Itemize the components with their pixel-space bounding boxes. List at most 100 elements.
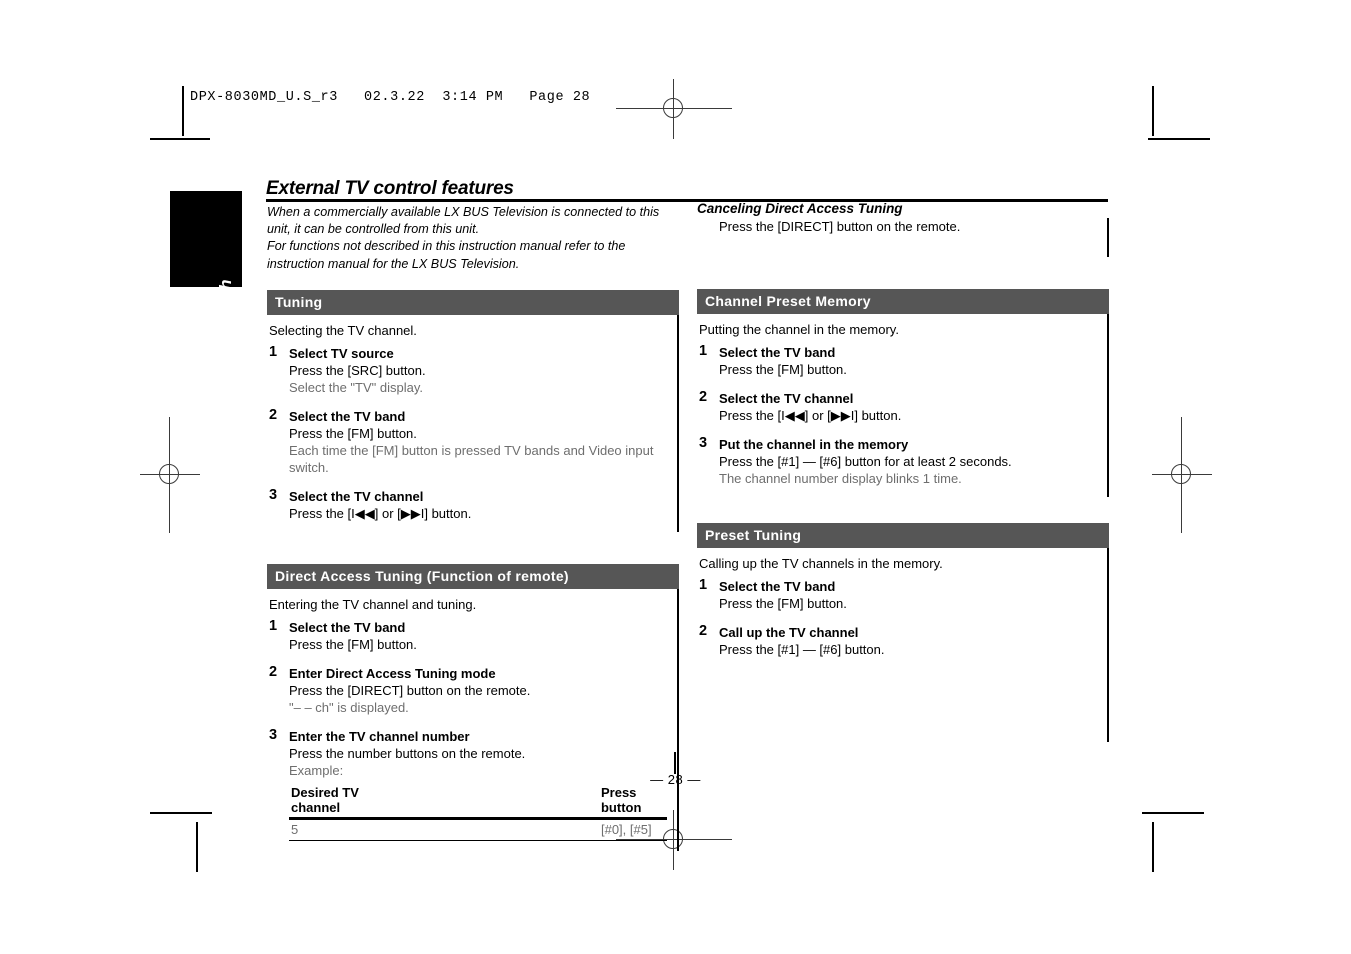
step-number: 3 <box>269 487 278 503</box>
section-tuning-steps: 1 Select TV source Press the [SRC] butto… <box>267 344 677 522</box>
page-title: External TV control features <box>266 178 514 199</box>
subsection-canceling-direct-access-tuning: Canceling Direct Access Tuning Press the… <box>697 200 1109 257</box>
step-item: 1 Select the TV band Press the [FM] butt… <box>697 577 1107 612</box>
step-line-primary: Press the [SRC] button. <box>289 363 426 378</box>
crop-mark-bottom-right-vertical <box>1152 822 1154 872</box>
step-heading: Enter Direct Access Tuning mode <box>289 666 496 681</box>
step-heading: Select the TV band <box>719 579 836 594</box>
page-number: — 28 — <box>650 772 701 787</box>
section-channel-preset-memory-steps: 1 Select the TV band Press the [FM] butt… <box>697 343 1107 487</box>
step-number: 2 <box>269 664 278 680</box>
step-number: 2 <box>699 623 708 639</box>
step-line-secondary: The channel number display blinks 1 time… <box>719 471 962 486</box>
registration-mark-circle <box>159 464 179 484</box>
step-number: 1 <box>269 344 278 360</box>
step-line-primary: Press the [DIRECT] button on the remote. <box>289 683 531 698</box>
crop-mark-bottom-left-horizontal <box>150 812 212 814</box>
section-channel-preset-memory: Channel Preset Memory Putting the channe… <box>697 289 1109 497</box>
section-preset-tuning: Preset Tuning Calling up the TV channels… <box>697 523 1109 742</box>
step-heading: Call up the TV channel <box>719 625 859 640</box>
crop-mark-bottom-right-horizontal <box>1142 812 1204 814</box>
step-line-secondary: "– – ch" is displayed. <box>289 700 409 715</box>
section-channel-preset-memory-body: Putting the channel in the memory. 1 Sel… <box>697 314 1109 497</box>
step-line-secondary: Each time the [FM] button is pressed TV … <box>289 443 654 475</box>
step-item: 3 Put the channel in the memory Press th… <box>697 435 1107 487</box>
step-number: 3 <box>699 435 708 451</box>
section-tuning: Tuning Selecting the TV channel. 1 Selec… <box>267 290 679 532</box>
step-line-secondary: Select the "TV" display. <box>289 380 423 395</box>
section-tuning-header: Tuning <box>267 290 679 315</box>
step-line-primary: Press the number buttons on the remote. <box>289 746 526 761</box>
table-cell-press-button: [#0], [#5] <box>386 818 667 841</box>
step-line-primary: Press the [I◀◀] or [▶▶I] button. <box>289 506 472 521</box>
intro-paragraph: When a commercially available LX BUS Tel… <box>267 205 660 271</box>
step-heading: Put the channel in the memory <box>719 437 909 452</box>
step-line-primary: Press the [#1] — [#6] button. <box>719 642 885 657</box>
step-heading: Select the TV band <box>289 620 406 635</box>
step-heading: Enter the TV channel number <box>289 729 470 744</box>
section-direct-access-tuning-lead: Entering the TV channel and tuning. <box>269 597 477 612</box>
section-preset-tuning-body: Calling up the TV channels in the memory… <box>697 548 1109 742</box>
column-spacer <box>697 257 1109 289</box>
column-spacer <box>267 532 679 564</box>
step-item: 1 Select TV source Press the [SRC] butto… <box>267 344 677 396</box>
step-number: 1 <box>269 618 278 634</box>
crop-mark-top-right-vertical <box>1152 86 1154 136</box>
step-item: 2 Select the TV channel Press the [I◀◀] … <box>697 389 1107 424</box>
table-header-desired-channel: Desired TV channel <box>289 785 387 820</box>
section-preset-tuning-lead: Calling up the TV channels in the memory… <box>699 556 943 571</box>
step-line-primary: Press the [#1] — [#6] button for at leas… <box>719 454 1012 469</box>
table-row: 5 [#0], [#5] <box>289 818 667 841</box>
right-column: Canceling Direct Access Tuning Press the… <box>697 200 1109 742</box>
step-number: 3 <box>269 727 278 743</box>
section-direct-access-tuning-body: Entering the TV channel and tuning. 1 Se… <box>267 589 679 851</box>
left-column: Tuning Selecting the TV channel. 1 Selec… <box>267 290 679 851</box>
table-header-row: Desired TV channel Press button <box>289 785 667 820</box>
step-line-primary: Press the [FM] button. <box>289 426 417 441</box>
printer-header-text: DPX-8030MD_U.S_r3 02.3.22 3:14 PM Page 2… <box>190 90 591 105</box>
step-item: 2 Enter Direct Access Tuning mode Press … <box>267 664 677 716</box>
step-heading: Select the TV band <box>719 345 836 360</box>
crop-mark-top-left-horizontal <box>150 138 210 140</box>
registration-mark-top <box>616 79 732 139</box>
table-cell-desired-channel: 5 <box>289 818 387 841</box>
registration-mark-circle <box>663 98 683 118</box>
registration-mark-left <box>140 417 200 533</box>
section-channel-preset-memory-lead: Putting the channel in the memory. <box>699 322 899 337</box>
subsection-canceling-heading: Canceling Direct Access Tuning <box>697 201 903 216</box>
section-tuning-lead: Selecting the TV channel. <box>269 323 417 338</box>
step-number: 1 <box>699 343 708 359</box>
section-channel-preset-memory-header: Channel Preset Memory <box>697 289 1109 314</box>
step-line-primary: Press the [I◀◀] or [▶▶I] button. <box>719 408 902 423</box>
step-line-primary: Press the [FM] button. <box>289 637 417 652</box>
page-number-tick <box>674 752 676 774</box>
crop-mark-bottom-left-vertical <box>196 822 198 872</box>
language-tab-english: English <box>170 191 242 344</box>
step-heading: Select the TV band <box>289 409 406 424</box>
subsection-canceling-body: Press the [DIRECT] button on the remote. <box>697 218 1109 257</box>
step-heading: Select TV source <box>289 346 394 361</box>
step-heading: Select the TV channel <box>719 391 854 406</box>
table-header-press-button: Press button <box>386 785 667 820</box>
step-item: 3 Select the TV channel Press the [I◀◀] … <box>267 487 677 522</box>
column-spacer <box>697 497 1109 523</box>
step-heading: Select the TV channel <box>289 489 424 504</box>
step-line-primary: Press the [FM] button. <box>719 596 847 611</box>
step-line-primary: Press the [FM] button. <box>719 362 847 377</box>
step-item: 1 Select the TV band Press the [FM] butt… <box>267 618 677 653</box>
registration-mark-circle <box>1171 464 1191 484</box>
step-item: 2 Call up the TV channel Press the [#1] … <box>697 623 1107 658</box>
step-item: 2 Select the TV band Press the [FM] butt… <box>267 407 677 476</box>
registration-mark-right <box>1152 417 1212 533</box>
step-number: 1 <box>699 577 708 593</box>
printer-header-rule <box>182 86 184 114</box>
section-preset-tuning-steps: 1 Select the TV band Press the [FM] butt… <box>697 577 1107 658</box>
step-number: 2 <box>699 389 708 405</box>
section-preset-tuning-header: Preset Tuning <box>697 523 1109 548</box>
section-direct-access-tuning-header: Direct Access Tuning (Function of remote… <box>267 564 679 589</box>
step-item: 1 Select the TV band Press the [FM] butt… <box>697 343 1107 378</box>
crop-mark-top-right-horizontal <box>1148 138 1210 140</box>
example-table: Desired TV channel Press button 5 [#0], … <box>289 785 667 841</box>
section-direct-access-tuning: Direct Access Tuning (Function of remote… <box>267 564 679 851</box>
section-tuning-body: Selecting the TV channel. 1 Select TV so… <box>267 315 679 532</box>
